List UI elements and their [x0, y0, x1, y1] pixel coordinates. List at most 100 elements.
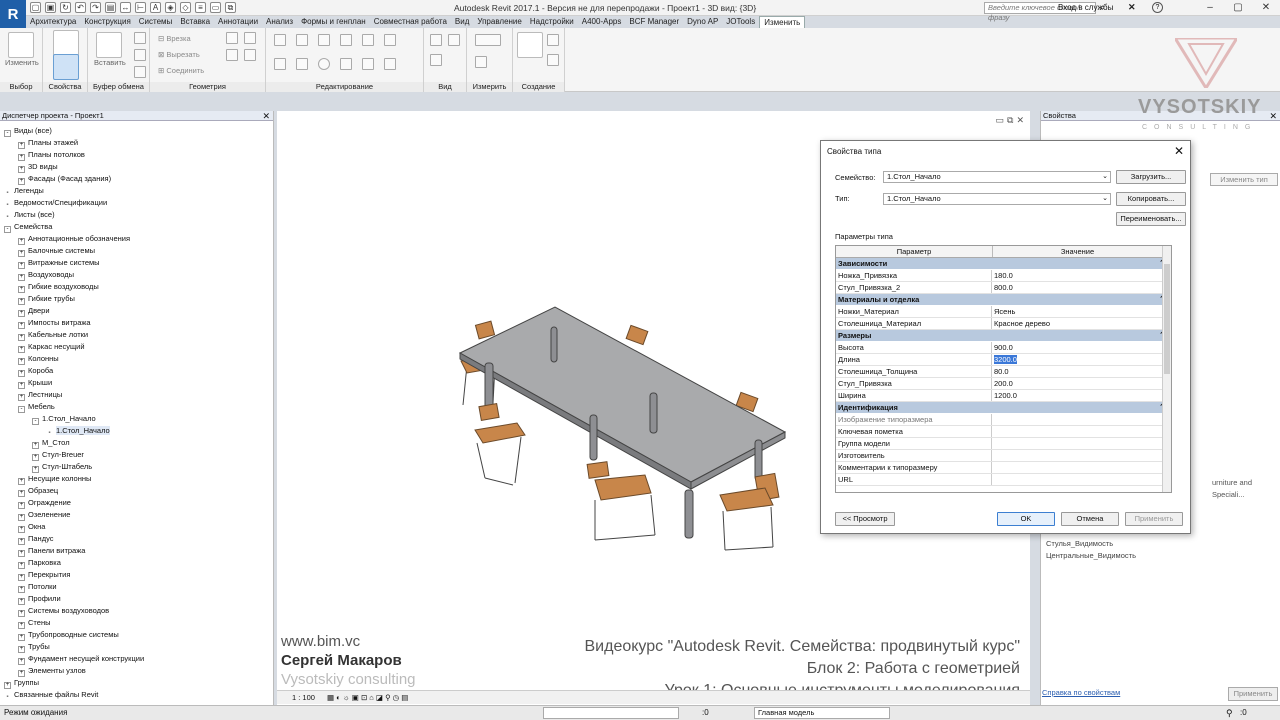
ribbon-tab[interactable]: Совместная работа	[370, 16, 451, 28]
param-value-field[interactable]: 1200.0	[992, 390, 1162, 401]
expand-icon[interactable]: +	[18, 154, 25, 161]
scale-label[interactable]: 1 : 100	[292, 693, 315, 702]
ribbon-tab[interactable]: Вид	[451, 16, 473, 28]
trim-icon[interactable]	[340, 58, 352, 70]
create-similar-icon[interactable]	[517, 32, 543, 58]
expand-icon[interactable]: +	[18, 166, 25, 173]
close-icon[interactable]: ✕	[1174, 144, 1184, 158]
param-value-field[interactable]: 900.0	[992, 342, 1162, 353]
tree-node[interactable]: + Стены	[0, 617, 274, 629]
param-group-header[interactable]: Размеры⌃	[836, 330, 1171, 342]
preview-button[interactable]: << Просмотр	[835, 512, 895, 526]
edit-type-button[interactable]: Изменить тип	[1210, 173, 1278, 186]
expand-icon[interactable]: +	[18, 382, 25, 389]
tree-node[interactable]: + Гибкие воздуховоды	[0, 281, 274, 293]
filter-icon[interactable]: ⚲	[1226, 708, 1233, 719]
expand-icon[interactable]: +	[18, 346, 25, 353]
hide-icon[interactable]	[448, 34, 460, 46]
close-icon[interactable]: ✕	[1269, 111, 1277, 121]
demolish-icon[interactable]	[244, 49, 256, 61]
expand-icon[interactable]: +	[18, 514, 25, 521]
aligned-dimension-icon[interactable]	[475, 56, 487, 68]
close-icon[interactable]: ✕	[1252, 0, 1280, 16]
tree-node[interactable]: + Трубы	[0, 641, 274, 653]
expand-icon[interactable]: +	[18, 238, 25, 245]
maximize-icon[interactable]: ▢	[1224, 0, 1252, 16]
param-value-field[interactable]: 200.0	[992, 378, 1162, 389]
tree-node[interactable]: + Лестницы	[0, 389, 274, 401]
cut-icon[interactable]	[134, 32, 146, 44]
undo-icon[interactable]: ↶	[75, 2, 86, 13]
open-icon[interactable]: ▢	[30, 2, 41, 13]
split-face-icon[interactable]	[244, 32, 256, 44]
mirror-axis-icon[interactable]	[318, 34, 330, 46]
param-value-field[interactable]	[992, 462, 1162, 473]
tree-node[interactable]: + Группы	[0, 677, 274, 689]
measure-tool-icon[interactable]	[475, 34, 501, 46]
tree-node[interactable]: + Гибкие трубы	[0, 293, 274, 305]
param-column-header[interactable]: Параметр	[836, 246, 993, 257]
restore-view-icon[interactable]: ⧉	[1007, 115, 1013, 126]
paste-icon[interactable]	[96, 32, 122, 58]
scale-icon[interactable]	[384, 58, 396, 70]
wall-joins-icon[interactable]	[226, 32, 238, 44]
ribbon-tab[interactable]: Архитектура	[26, 16, 80, 28]
expand-icon[interactable]: +	[18, 586, 25, 593]
align-icon[interactable]	[274, 34, 286, 46]
central-visibility-row[interactable]: Центральные_Видимость	[1042, 550, 1278, 562]
expand-icon[interactable]: +	[32, 454, 39, 461]
expand-icon[interactable]: +	[18, 562, 25, 569]
rename-button[interactable]: Переименовать...	[1116, 212, 1186, 226]
tree-node[interactable]: + Пандус	[0, 533, 274, 545]
expand-icon[interactable]: +	[18, 286, 25, 293]
model-select[interactable]: Главная модель	[754, 707, 890, 719]
collapse-icon[interactable]: -	[4, 226, 11, 233]
param-value-field[interactable]	[992, 474, 1162, 485]
split-icon[interactable]	[362, 34, 374, 46]
expand-icon[interactable]: +	[18, 490, 25, 497]
ribbon-tab[interactable]: Формы и генплан	[297, 16, 370, 28]
redo-icon[interactable]: ↷	[90, 2, 101, 13]
measure-icon[interactable]: ↔	[120, 2, 131, 13]
switch-windows-icon[interactable]: ⧉	[225, 2, 236, 13]
tree-node[interactable]: - Семейства	[0, 221, 274, 233]
param-value-field[interactable]	[992, 438, 1162, 449]
tree-node[interactable]: + Парковка	[0, 557, 274, 569]
param-value-field[interactable]: 180.0	[992, 270, 1162, 281]
ribbon-tab[interactable]: JOTools	[722, 16, 759, 28]
offset-icon[interactable]	[296, 34, 308, 46]
expand-icon[interactable]: +	[18, 178, 25, 185]
param-group-header[interactable]: Идентификация⌃	[836, 402, 1171, 414]
tree-node[interactable]: + Воздуховоды	[0, 269, 274, 281]
paint-icon[interactable]	[226, 49, 238, 61]
tree-node[interactable]: + Колонны	[0, 353, 274, 365]
ribbon-tab[interactable]: Анализ	[262, 16, 297, 28]
modify-arrow-icon[interactable]	[8, 32, 34, 58]
expand-icon[interactable]: +	[18, 634, 25, 641]
collapse-icon[interactable]: -	[4, 130, 11, 137]
tree-node[interactable]: + Несущие колонны	[0, 473, 274, 485]
param-value-field[interactable]: Ясень	[992, 306, 1162, 317]
family-select[interactable]: 1.Стол_Начало ⌄	[883, 171, 1111, 183]
tree-node[interactable]: + Витражные системы	[0, 257, 274, 269]
table-model[interactable]	[455, 295, 795, 565]
tree-node[interactable]: -1.Стол_Начало	[0, 413, 274, 425]
expand-icon[interactable]: +	[18, 394, 25, 401]
cut-in-button[interactable]: ⊟ Врезка	[158, 34, 191, 43]
param-group-header[interactable]: Зависимости⌃	[836, 258, 1171, 270]
tree-node[interactable]: + Системы воздуховодов	[0, 605, 274, 617]
param-value-field[interactable]: 3200.0	[992, 354, 1162, 365]
thin-lines-icon[interactable]: ≡	[195, 2, 206, 13]
tree-node[interactable]: + Элементы узлов	[0, 665, 274, 677]
expand-icon[interactable]: +	[18, 370, 25, 377]
tree-node[interactable]: + Планы потолков	[0, 149, 274, 161]
duplicate-button[interactable]: Копировать...	[1116, 192, 1186, 206]
tree-node[interactable]: ▪ Ведомости/Спецификации	[0, 197, 274, 209]
expand-icon[interactable]: +	[18, 574, 25, 581]
scrollbar-thumb[interactable]	[1164, 264, 1170, 374]
param-value-field[interactable]: 80.0	[992, 366, 1162, 377]
tree-node[interactable]: + Кабельные лотки	[0, 329, 274, 341]
expand-icon[interactable]: +	[32, 442, 39, 449]
cancel-button[interactable]: Отмена	[1061, 512, 1119, 526]
minimize-icon[interactable]: –	[1196, 0, 1224, 16]
